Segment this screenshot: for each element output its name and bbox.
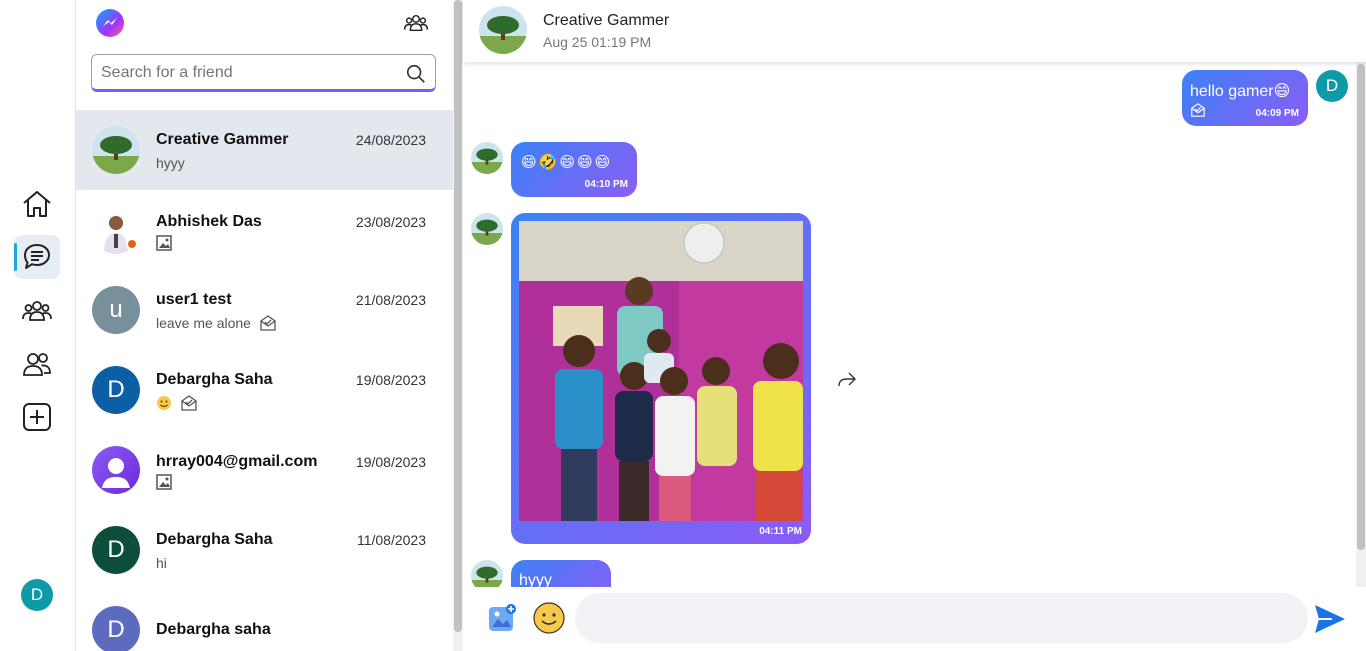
read-envelope-icon (1191, 103, 1205, 117)
contact-name: Abhishek Das (156, 213, 262, 230)
my-avatar: D (1316, 70, 1348, 102)
last-seen-time: Aug 25 01:19 PM (543, 34, 652, 50)
chats-button[interactable] (14, 235, 60, 279)
emoji-icon (533, 602, 565, 634)
last-message: hi (156, 555, 167, 571)
conversation-item[interactable]: Abhishek Das 23/08/2023 (76, 190, 453, 270)
groups-icon (22, 301, 52, 321)
last-message: leave me alone (156, 315, 251, 331)
forward-icon[interactable] (837, 371, 857, 387)
message-text: 😄🤣😄😄😄 (521, 154, 613, 171)
conversation-item[interactable]: Creative Gammer 24/08/2023 hyyy (76, 110, 453, 190)
read-envelope-icon (181, 395, 197, 411)
conversation-item[interactable]: hrray004@gmail.com 19/08/2023 (76, 430, 453, 510)
my-avatar-initial: D (1325, 76, 1339, 95)
contact-avatar: D (92, 366, 140, 414)
chats-icon (24, 244, 50, 269)
conversation-date: 23/08/2023 (355, 214, 426, 230)
incoming-message[interactable]: hyyy (511, 560, 611, 587)
conversation-item[interactable]: D Debargha Saha 11/08/2023 hi (76, 510, 453, 590)
contact-avatar-letter: D (107, 616, 125, 643)
scrollbar-thumb[interactable] (454, 0, 462, 632)
home-icon (23, 191, 51, 217)
contact-name: Creative Gammer (156, 131, 289, 148)
sender-avatar (471, 142, 503, 174)
messenger-logo-icon (96, 9, 124, 37)
incoming-message[interactable]: 😄🤣😄😄😄 04:10 PM (511, 142, 637, 197)
message-thread: hello gamer😄 04:09 PM D 😄🤣😄😄😄 04:10 PM 0… (463, 62, 1356, 587)
contact-avatar (92, 446, 140, 494)
group-icon (403, 14, 429, 32)
incoming-image-message[interactable]: 04:11 PM (511, 213, 811, 544)
conversation-list: Creative Gammer 24/08/2023 hyyy Abhishek… (76, 0, 453, 651)
chat-contact-name: Creative Gammer (543, 12, 670, 29)
search-input[interactable] (101, 63, 401, 83)
send-icon (1315, 605, 1345, 633)
contact-avatar-letter: u (109, 296, 123, 323)
chat-scrollbar[interactable] (1356, 62, 1366, 587)
outgoing-message[interactable]: hello gamer😄 04:09 PM (1182, 70, 1308, 126)
conversation-item[interactable]: D Debargha saha (76, 590, 453, 651)
sender-avatar (471, 213, 503, 245)
contact-avatar (92, 126, 140, 174)
conversation-item[interactable]: D Debargha Saha 19/08/2023 (76, 350, 453, 430)
conversation-item[interactable]: u user1 test 21/08/2023 leave me alone (76, 270, 453, 350)
new-chat-button[interactable] (14, 395, 60, 439)
attach-image-button[interactable] (487, 603, 517, 633)
emoji-icon (157, 396, 171, 410)
conversation-list-scrollbar[interactable] (453, 0, 463, 651)
friends-icon (23, 353, 51, 376)
conversation-date: 11/08/2023 (356, 532, 426, 548)
image-icon (156, 474, 172, 490)
add-icon (23, 403, 51, 431)
conversation-date: 21/08/2023 (355, 292, 426, 308)
conversation-list-header (76, 0, 453, 110)
message-text: hyyy (519, 572, 552, 587)
contact-avatar-letter: D (107, 376, 125, 403)
read-envelope-icon (260, 315, 276, 331)
search-icon[interactable] (405, 63, 427, 85)
home-button[interactable] (14, 182, 60, 226)
contact-name: hrray004@gmail.com (156, 453, 318, 470)
friends-button[interactable] (14, 342, 60, 386)
scrollbar-thumb[interactable] (1357, 64, 1365, 550)
conversation-date: 19/08/2023 (355, 454, 426, 470)
image-icon (156, 235, 172, 251)
conversation-date: 24/08/2023 (355, 132, 426, 148)
message-input[interactable] (575, 593, 1308, 643)
create-group-button[interactable] (402, 9, 430, 37)
search-box (91, 54, 436, 92)
message-time: 04:09 PM (1255, 108, 1299, 119)
last-message: hyyy (156, 155, 185, 171)
send-button[interactable] (1312, 601, 1348, 637)
message-composer (463, 587, 1366, 651)
message-text: hello gamer😄 (1190, 83, 1291, 100)
chat-panel: Creative Gammer Aug 25 01:19 PM hello ga… (463, 0, 1366, 651)
groups-button[interactable] (14, 289, 60, 333)
add-image-icon (489, 604, 516, 631)
contact-avatar: u (92, 286, 140, 334)
contact-avatar-letter: D (107, 536, 125, 563)
chat-contact-avatar[interactable] (479, 6, 527, 54)
contact-name: Debargha saha (156, 621, 271, 638)
emoji-picker-button[interactable] (533, 602, 565, 634)
sender-avatar (471, 560, 503, 587)
message-time: 04:10 PM (584, 179, 628, 190)
contact-avatar: D (92, 606, 140, 651)
contact-name: user1 test (156, 291, 232, 308)
shared-photo[interactable] (519, 221, 803, 521)
conversation-date: 19/08/2023 (355, 372, 426, 388)
user-avatar[interactable]: D (21, 579, 53, 611)
online-status-dot (126, 238, 138, 250)
contact-avatar: D (92, 526, 140, 574)
chat-header: Creative Gammer Aug 25 01:19 PM (463, 0, 1366, 62)
message-time: 04:11 PM (759, 526, 802, 537)
contact-name: Debargha Saha (156, 531, 273, 548)
sidebar-nav: D (0, 0, 76, 651)
user-avatar-initial: D (30, 585, 44, 604)
contact-name: Debargha Saha (156, 371, 273, 388)
